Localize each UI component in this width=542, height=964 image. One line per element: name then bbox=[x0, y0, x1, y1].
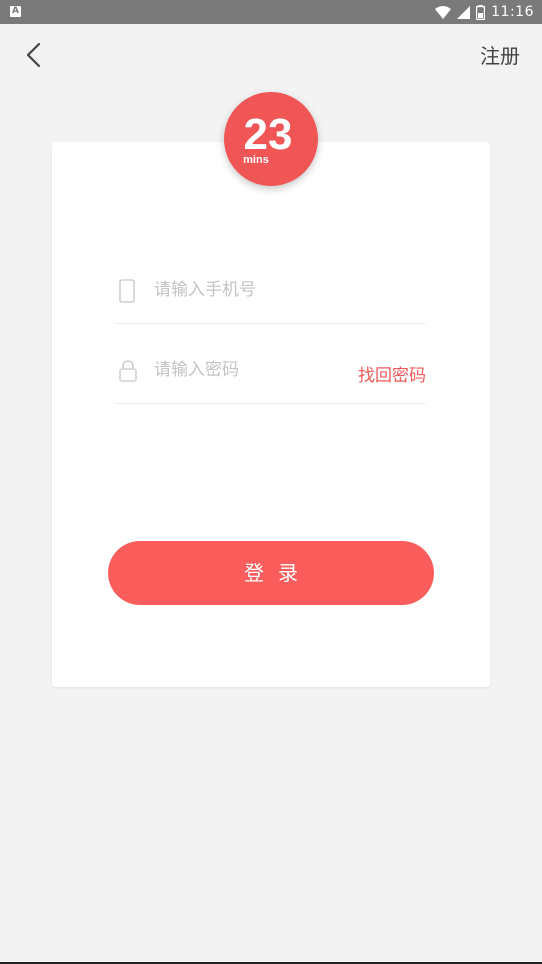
app-logo: 23 mins bbox=[224, 92, 318, 186]
register-button[interactable]: 注册 bbox=[480, 40, 520, 69]
chevron-left-icon bbox=[18, 42, 52, 76]
status-bar-right: 11:16 bbox=[435, 0, 534, 24]
logo-subtext: mins bbox=[243, 154, 269, 166]
forgot-password-link[interactable]: 找回密码 bbox=[358, 361, 426, 386]
clock-time: 11:16 bbox=[491, 4, 534, 20]
back-button[interactable] bbox=[18, 38, 52, 72]
phone-icon bbox=[118, 279, 136, 307]
status-bar: A 11:16 bbox=[0, 0, 542, 24]
login-card bbox=[52, 142, 490, 687]
phone-input[interactable] bbox=[154, 277, 344, 303]
phone-field bbox=[116, 243, 426, 324]
password-field: 找回密码 bbox=[116, 323, 426, 404]
cell-signal-icon bbox=[457, 5, 471, 19]
battery-icon bbox=[476, 4, 486, 20]
notification-icon: A bbox=[10, 6, 21, 17]
lock-icon bbox=[118, 359, 138, 387]
wifi-icon bbox=[435, 5, 452, 19]
password-input[interactable] bbox=[154, 357, 344, 383]
top-bar: 注册 bbox=[0, 24, 542, 84]
logo-number: 23 bbox=[244, 110, 293, 159]
login-button[interactable]: 登录 bbox=[108, 541, 434, 605]
